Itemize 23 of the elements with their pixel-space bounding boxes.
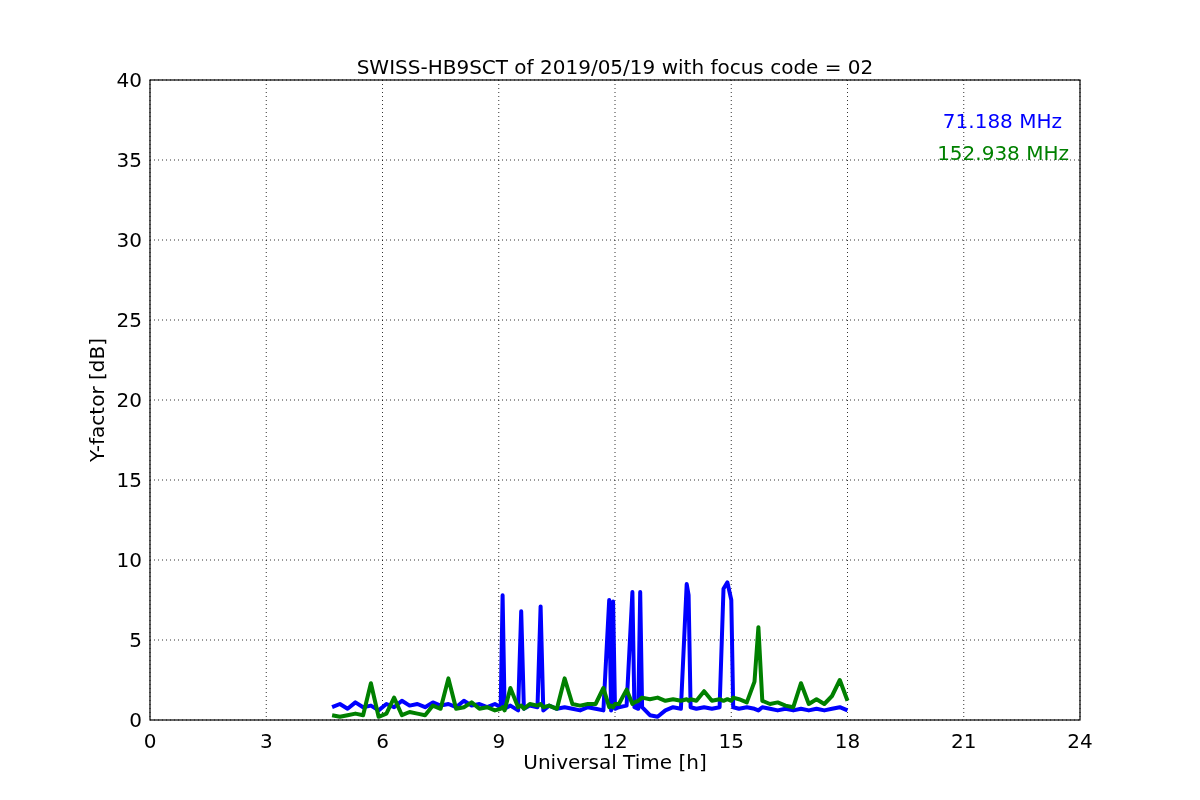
x-axis-title: Universal Time [h] (523, 750, 707, 774)
axis-tick-label: 25 (116, 308, 142, 332)
y-axis-title: Y-factor [dB] (85, 338, 109, 462)
axis-tick-label: 20 (116, 388, 142, 412)
legend-label: 152.938 MHz (937, 141, 1069, 165)
axis-tick-label: 35 (116, 148, 142, 172)
axis-tick-label: 18 (834, 729, 861, 753)
legend-label: 71.188 MHz (942, 109, 1062, 133)
axis-tick-label: 0 (129, 708, 142, 732)
axis-tick-label: 9 (492, 729, 506, 753)
axis-tick-label: 5 (129, 628, 142, 652)
axis-tick-label: 30 (116, 228, 142, 252)
axis-tick-label: 3 (259, 729, 273, 753)
axis-tick-label: 24 (1067, 729, 1093, 753)
axis-tick-label: 15 (116, 468, 142, 492)
axis-tick-label: 10 (116, 548, 142, 572)
axis-tick-label: 0 (143, 729, 157, 753)
axis-tick-label: 40 (116, 68, 142, 92)
axis-tick-label: 15 (718, 729, 744, 753)
axis-tick-label: 6 (376, 729, 389, 753)
chart-title: SWISS-HB9SCT of 2019/05/19 with focus code = 02 (356, 55, 874, 79)
axis-tick-label: 21 (951, 729, 977, 753)
axis-tick-label: 12 (602, 729, 628, 753)
